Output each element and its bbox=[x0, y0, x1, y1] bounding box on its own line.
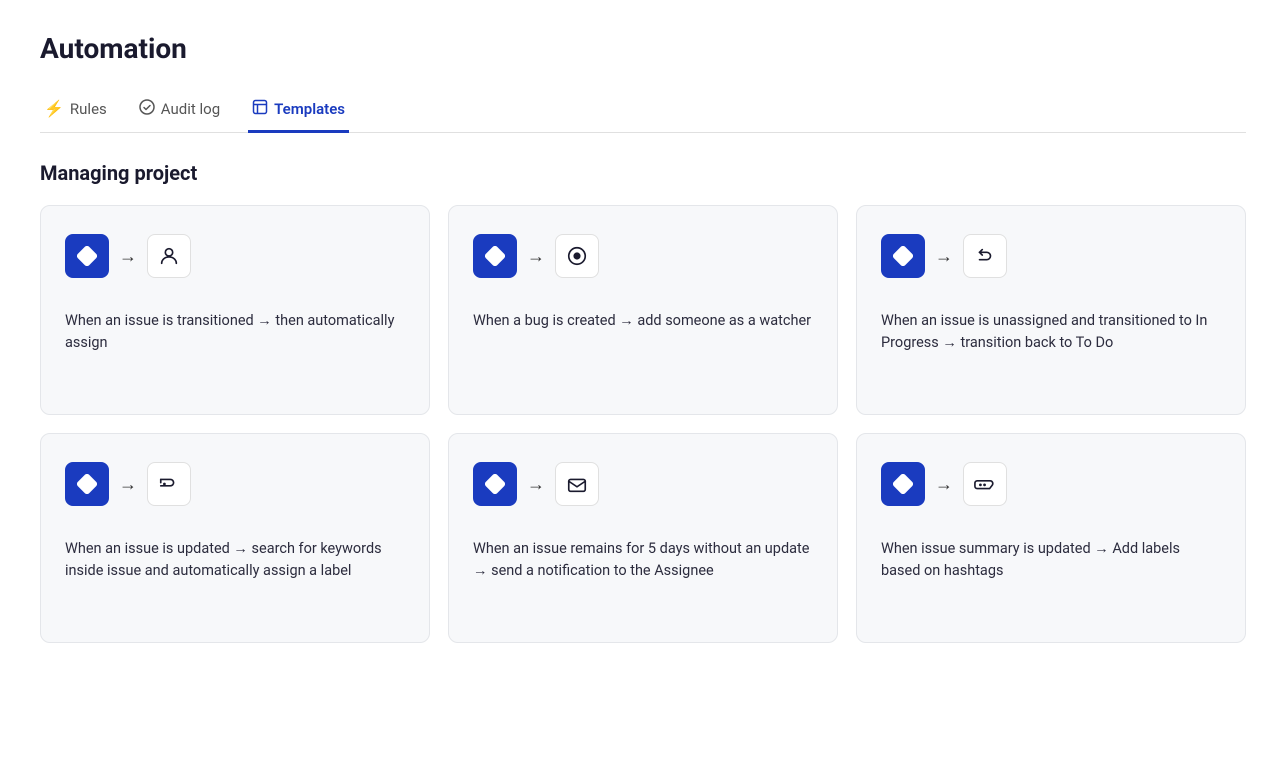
trigger-icon-3 bbox=[881, 234, 925, 278]
trigger-icon-6 bbox=[881, 462, 925, 506]
trigger-icon-4 bbox=[65, 462, 109, 506]
arrow-icon-2: → bbox=[527, 246, 545, 267]
lightning-icon: ⚡ bbox=[44, 101, 64, 117]
card-6-text: When issue summary is updated → Add labe… bbox=[881, 538, 1221, 614]
tab-rules[interactable]: ⚡ Rules bbox=[40, 90, 111, 133]
page-container: Automation ⚡ Rules Audit log bbox=[0, 0, 1286, 683]
card-5-icons: → bbox=[473, 462, 813, 506]
card-4-icons: → bbox=[65, 462, 405, 506]
tab-rules-label: Rules bbox=[70, 100, 107, 118]
arrow-icon-4: → bbox=[119, 474, 137, 495]
arrow-icon-6: → bbox=[935, 474, 953, 495]
action-icon-6 bbox=[963, 462, 1007, 506]
action-icon-1 bbox=[147, 234, 191, 278]
card-transition-assign[interactable]: → When an issue is transitioned → then a… bbox=[40, 205, 430, 415]
card-notification[interactable]: → When an issue remains for 5 days witho… bbox=[448, 433, 838, 643]
card-5-text: When an issue remains for 5 days without… bbox=[473, 538, 813, 614]
tab-templates[interactable]: Templates bbox=[248, 89, 349, 133]
card-1-text: When an issue is transitioned → then aut… bbox=[65, 310, 405, 386]
arrow-icon-3: → bbox=[935, 246, 953, 267]
cards-grid: → When an issue is transitioned → then a… bbox=[40, 205, 1246, 643]
card-1-icons: → bbox=[65, 234, 405, 278]
card-unassigned-transition[interactable]: → When an issue is unassigned and transi… bbox=[856, 205, 1246, 415]
template-icon bbox=[252, 99, 268, 118]
card-3-icons: → bbox=[881, 234, 1221, 278]
action-icon-4 bbox=[147, 462, 191, 506]
card-bug-watcher[interactable]: → When a bug is created → add someone as… bbox=[448, 205, 838, 415]
trigger-icon-2 bbox=[473, 234, 517, 278]
tab-templates-label: Templates bbox=[274, 100, 345, 118]
action-icon-3 bbox=[963, 234, 1007, 278]
card-2-text: When a bug is created → add someone as a… bbox=[473, 310, 813, 386]
section-title: Managing project bbox=[40, 161, 1246, 185]
page-title: Automation bbox=[40, 32, 1246, 65]
card-2-icons: → bbox=[473, 234, 813, 278]
tab-audit-log[interactable]: Audit log bbox=[135, 89, 224, 133]
card-hashtag-labels[interactable]: → When issue summary is updated → Add la… bbox=[856, 433, 1246, 643]
card-3-text: When an issue is unassigned and transiti… bbox=[881, 310, 1221, 386]
card-keyword-label[interactable]: → When an issue is updated → search for … bbox=[40, 433, 430, 643]
check-circle-icon bbox=[139, 99, 155, 118]
action-icon-2 bbox=[555, 234, 599, 278]
card-4-text: When an issue is updated → search for ke… bbox=[65, 538, 405, 614]
trigger-icon-1 bbox=[65, 234, 109, 278]
action-icon-5 bbox=[555, 462, 599, 506]
arrow-icon-5: → bbox=[527, 474, 545, 495]
trigger-icon-5 bbox=[473, 462, 517, 506]
tab-audit-log-label: Audit log bbox=[161, 100, 220, 118]
card-6-icons: → bbox=[881, 462, 1221, 506]
arrow-icon-1: → bbox=[119, 246, 137, 267]
tabs-bar: ⚡ Rules Audit log Templates bbox=[40, 89, 1246, 133]
